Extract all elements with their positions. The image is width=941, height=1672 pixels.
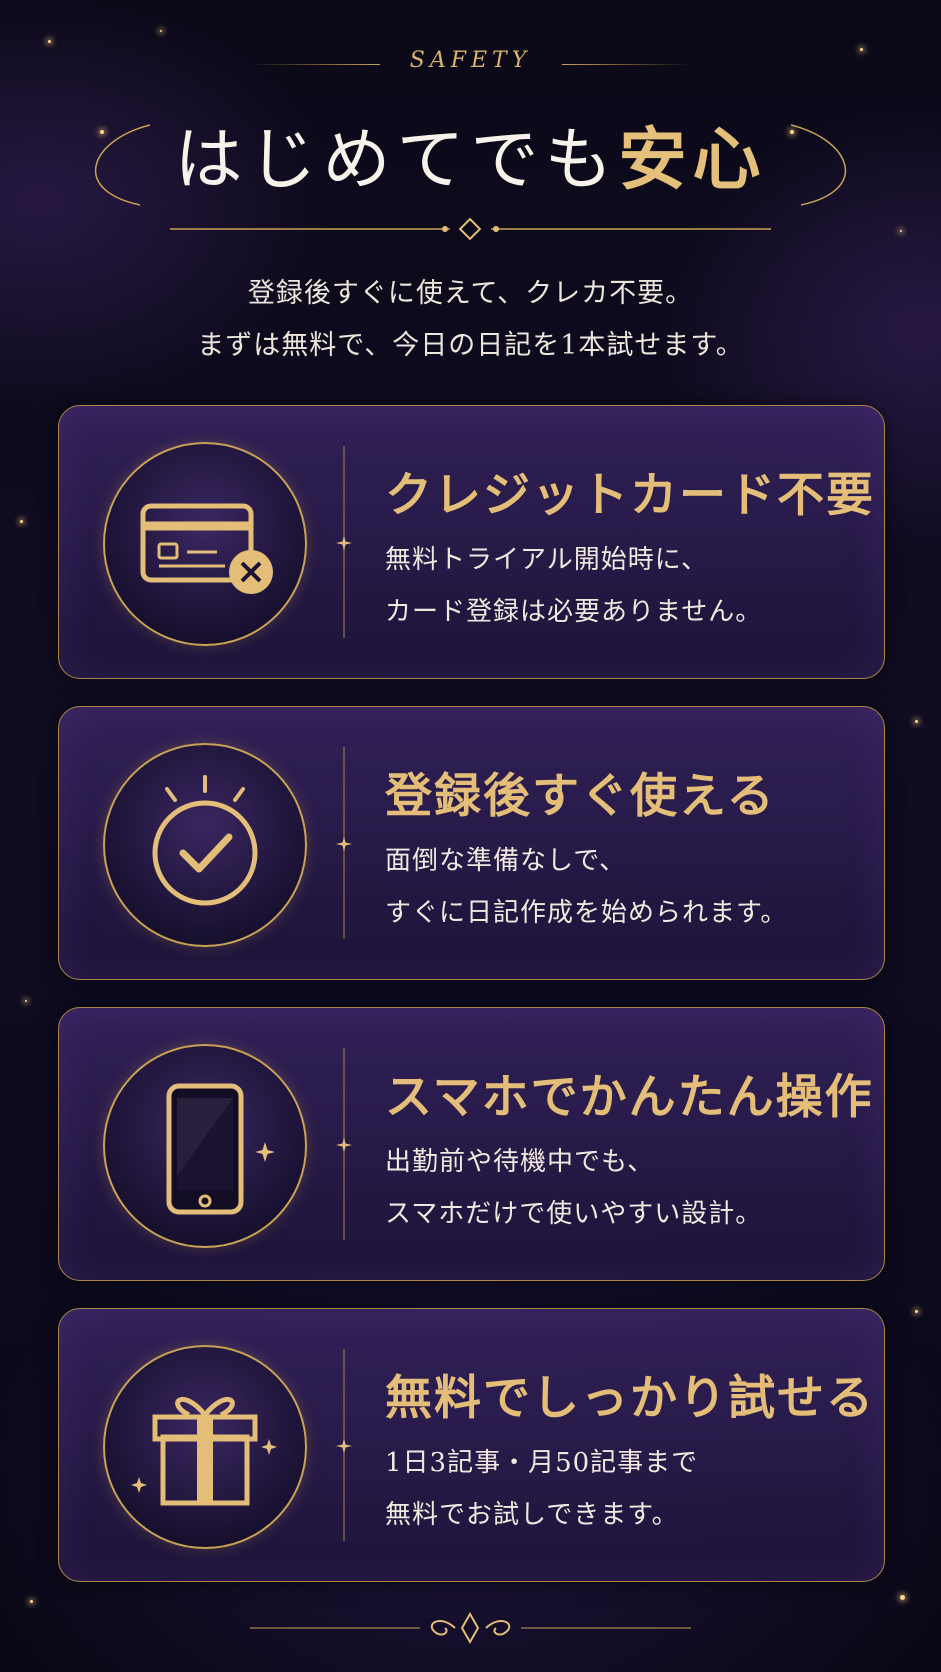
gift-box-icon — [131, 1396, 277, 1506]
feature-description-line-2: 無料でお試しできます。 — [385, 1500, 679, 1530]
feature-description-line-2: すぐに日記作成を始められます。 — [385, 898, 788, 928]
feature-description-line-2: スマホだけで使いやすい設計。 — [385, 1199, 763, 1229]
divider-star-icon — [336, 1438, 352, 1454]
feature-description: 出勤前や待機中でも、 スマホだけで使いやすい設計。 — [385, 1136, 762, 1240]
feature-description-line-2: カード登録は必要ありません。 — [385, 597, 763, 627]
title-plain: はじめてでも — [174, 121, 619, 200]
feature-description-line-1: 無料トライアル開始時に、 — [385, 545, 708, 575]
divider-star-icon — [336, 535, 352, 551]
feature-title: 無料でしっかり試せる — [385, 1371, 875, 1426]
credit-card-x-icon — [140, 503, 273, 594]
feature-title: クレジットカード不要 — [385, 468, 875, 523]
feature-description-line-1: 1日3記事・月50記事まで — [385, 1448, 699, 1478]
check-circle-icon — [152, 775, 258, 906]
feature-card-no-credit-card: クレジットカード不要 無料トライアル開始時に、 カード登録は必要ありません。 — [58, 405, 885, 679]
feature-card-free-trial: 無料でしっかり試せる 1日3記事・月50記事まで 無料でお試しできます。 — [58, 1308, 885, 1582]
feature-medal — [103, 1044, 307, 1248]
feature-description: 面倒な準備なしで、 すぐに日記作成を始められます。 — [385, 835, 787, 939]
feature-medal — [103, 442, 307, 646]
title-accent: 安心 — [618, 120, 767, 200]
feature-card-smartphone: スマホでかんたん操作 出勤前や待機中でも、 スマホだけで使いやすい設計。 — [58, 1007, 885, 1281]
smartphone-icon — [166, 1083, 275, 1215]
intro-line-1: 登録後すぐに使えて、クレカ不要。 — [247, 278, 694, 309]
feature-description: 1日3記事・月50記事まで 無料でお試しできます。 — [385, 1437, 698, 1541]
page-title: はじめてでも安心 — [0, 104, 941, 203]
intro-line-2: まずは無料で、今日の日記を1本試せます。 — [197, 330, 744, 361]
header: SAFETY はじめてでも安心 登録後すぐに使えて、クレカ不要。 まずは無料で、… — [0, 0, 941, 370]
feature-medal — [103, 743, 307, 947]
divider-star-icon — [336, 836, 352, 852]
feature-card-instant-use: 登録後すぐ使える 面倒な準備なしで、 すぐに日記作成を始められます。 — [58, 706, 885, 980]
feature-title: スマホでかんたん操作 — [385, 1070, 874, 1125]
feature-description: 無料トライアル開始時に、 カード登録は必要ありません。 — [385, 534, 762, 638]
feature-description-line-1: 面倒な準備なしで、 — [385, 846, 627, 876]
feature-medal — [103, 1345, 307, 1549]
divider-star-icon — [336, 1137, 352, 1153]
footer-ornament-icon — [250, 1611, 691, 1645]
feature-description-line-1: 出勤前や待機中でも、 — [385, 1147, 655, 1177]
intro-text: 登録後すぐに使えて、クレカ不要。 まずは無料で、今日の日記を1本試せます。 — [0, 268, 941, 372]
feature-title: 登録後すぐ使える — [385, 769, 776, 824]
